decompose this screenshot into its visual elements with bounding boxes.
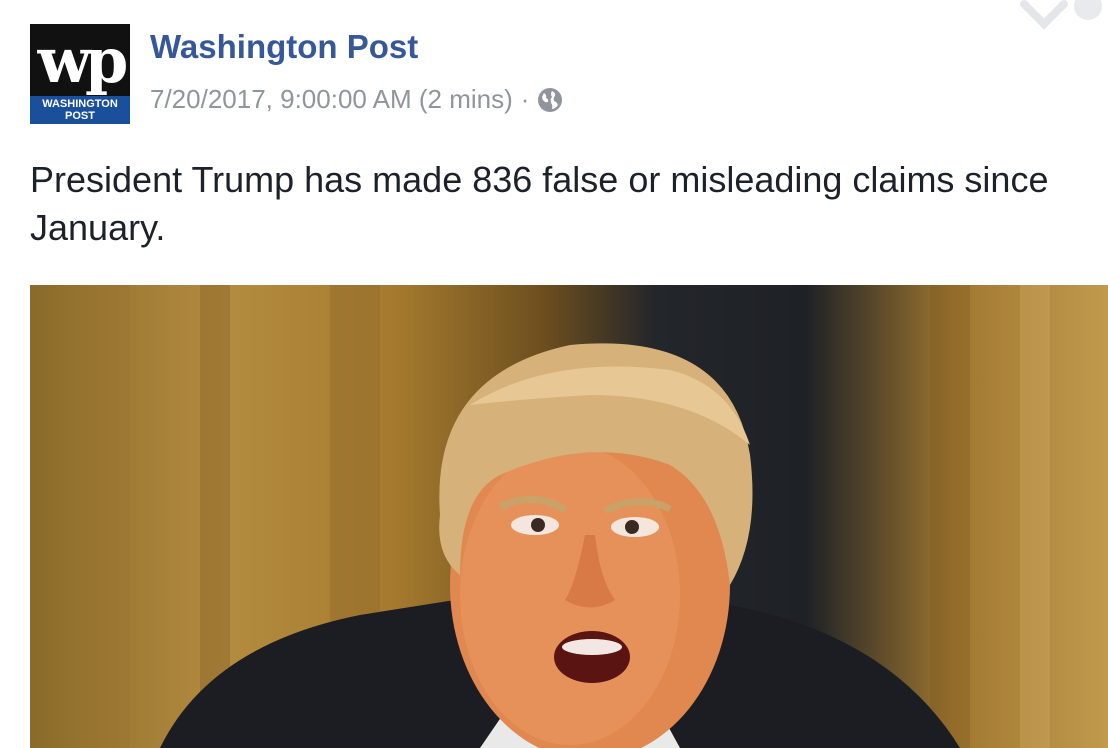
meta-separator: · <box>520 84 530 114</box>
post-photo[interactable] <box>30 285 1108 748</box>
post-timestamp[interactable]: 7/20/2017, 9:00:00 AM (2 mins) <box>150 84 513 115</box>
feed-post: wp WASHINGTON POST Washington Post 7/20/… <box>0 0 1108 748</box>
post-meta: 7/20/2017, 9:00:00 AM (2 mins) · <box>150 84 563 115</box>
avatar-band: WASHINGTON POST <box>30 96 130 124</box>
avatar-band-line1: WASHINGTON <box>42 98 118 110</box>
page-name-link[interactable]: Washington Post <box>150 28 418 66</box>
page-avatar[interactable]: wp WASHINGTON POST <box>30 24 130 124</box>
chevron-down-icon[interactable] <box>1010 0 1108 32</box>
avatar-monogram: wp <box>37 24 129 97</box>
post-text: President Trump has made 836 false or mi… <box>30 159 1049 248</box>
avatar-band-line2: POST <box>65 110 95 122</box>
globe-icon[interactable] <box>537 87 563 113</box>
